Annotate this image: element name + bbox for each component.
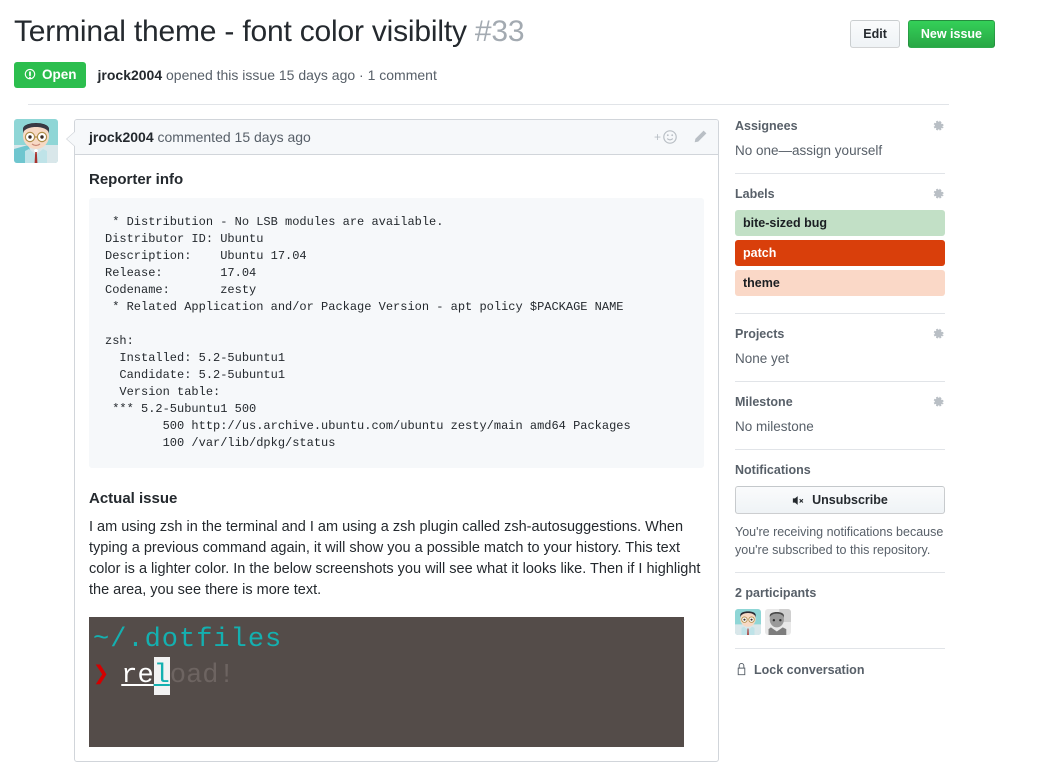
sidebar-section-labels: Labels bite-sized bug patch theme [735,187,945,314]
issue-header: Terminal theme - font color visibilty #3… [0,0,1041,105]
issue-author[interactable]: jrock2004 [98,67,163,83]
comment-action: commented 15 days ago [158,129,311,145]
pencil-icon [692,129,708,145]
add-reaction-button[interactable]: + [654,129,678,145]
gear-icon [932,396,945,409]
milestone-empty: No milestone [735,418,945,436]
issue-number: #33 [475,15,524,48]
lock-conversation-button[interactable]: Lock conversation [735,662,945,677]
label-chip[interactable]: bite-sized bug [735,210,945,236]
participants-header: 2 participants [735,586,945,600]
terminal-prompt-line: ❯ reload! [93,657,684,695]
projects-settings-button[interactable] [932,328,945,341]
labels-settings-button[interactable] [932,188,945,201]
comment-header: jrock2004 commented 15 days ago + [75,120,718,155]
comment-body: Reporter info * Distribution - No LSB mo… [75,155,718,761]
terminal-path: ~/.dotfiles [93,623,684,657]
gear-icon [932,188,945,201]
comment-byline: jrock2004 commented 15 days ago [89,129,311,145]
labels-header: Labels [735,187,945,201]
avatar-image [765,609,791,635]
terminal-caret: ❯ [93,657,109,695]
issue-meta-row: Open jrock2004 opened this issue 15 days… [14,62,995,88]
sidebar-section-milestone: Milestone No milestone [735,395,945,450]
participant-avatar[interactable] [765,609,791,635]
sidebar: Assignees No one—assign yourself Labels [735,119,945,762]
avatar-image [735,609,761,635]
label-chip[interactable]: patch [735,240,945,266]
status-badge: Open [14,62,86,88]
issue-meta-detail: opened this issue 15 days ago · 1 commen… [166,67,437,83]
sidebar-section-notifications: Notifications Unsubscribe You're receivi… [735,463,945,573]
main-column: jrock2004 commented 15 days ago + [14,119,719,762]
notifications-header: Notifications [735,463,945,477]
mute-icon [792,494,806,507]
issue-meta-text: jrock2004 opened this issue 15 days ago … [98,67,437,83]
title-row: Terminal theme - font color visibilty #3… [14,14,995,50]
milestone-title: Milestone [735,395,793,409]
actual-issue-heading: Actual issue [89,490,704,507]
comment-box: jrock2004 commented 15 days ago + [74,119,719,762]
projects-header: Projects [735,327,945,341]
edit-button[interactable]: Edit [850,20,900,48]
assignees-empty[interactable]: No one—assign yourself [735,142,945,160]
gear-icon [932,120,945,133]
terminal-cursor: l [154,657,170,695]
terminal-autosuggestion: oad! [170,657,235,695]
projects-title: Projects [735,327,784,341]
milestone-settings-button[interactable] [932,396,945,409]
projects-empty: None yet [735,350,945,368]
unsubscribe-label: Unsubscribe [812,493,888,507]
labels-title: Labels [735,187,775,201]
lock-icon [735,662,748,677]
notifications-notice: You're receiving notifications because y… [735,523,945,559]
participants-title: 2 participants [735,586,816,600]
header-actions: Edit New issue [850,14,995,48]
actual-issue-text: I am using zsh in the terminal and I am … [89,517,704,601]
terminal-typed-text: re [121,657,153,695]
sidebar-section-assignees: Assignees No one—assign yourself [735,119,945,174]
participant-avatar[interactable] [735,609,761,635]
issue-title-text: Terminal theme - font color visibilty [14,15,467,48]
reporter-info-heading: Reporter info [89,171,704,188]
sidebar-section-projects: Projects None yet [735,327,945,382]
assignees-settings-button[interactable] [932,120,945,133]
avatar[interactable] [14,119,58,163]
comment-author[interactable]: jrock2004 [89,129,154,145]
assignees-header: Assignees [735,119,945,133]
participants-list [735,609,945,635]
sidebar-section-lock: Lock conversation [735,662,945,690]
issue-opened-icon [23,68,37,82]
labels-list: bite-sized bug patch theme [735,210,945,296]
terminal-screenshot: ~/.dotfiles ❯ reload! [89,617,684,747]
comment-row: jrock2004 commented 15 days ago + [14,119,719,762]
avatar-image [14,119,58,163]
sidebar-section-participants: 2 participants [735,586,945,649]
lock-conversation-label: Lock conversation [754,663,864,677]
notifications-title: Notifications [735,463,811,477]
gear-icon [932,328,945,341]
assignees-title: Assignees [735,119,798,133]
milestone-header: Milestone [735,395,945,409]
unsubscribe-button[interactable]: Unsubscribe [735,486,945,514]
new-issue-button[interactable]: New issue [908,20,995,48]
issue-body: jrock2004 commented 15 days ago + [0,105,1041,762]
issue-page: Terminal theme - font color visibilty #3… [0,0,1041,782]
edit-comment-button[interactable] [692,129,708,145]
code-block: * Distribution - No LSB modules are avai… [89,198,704,468]
status-badge-label: Open [42,67,77,83]
add-reaction-icon: + [654,129,678,145]
page-title: Terminal theme - font color visibilty #3… [14,14,524,50]
comment-tools: + [654,129,708,145]
svg-text:+: + [654,130,661,144]
label-chip[interactable]: theme [735,270,945,296]
